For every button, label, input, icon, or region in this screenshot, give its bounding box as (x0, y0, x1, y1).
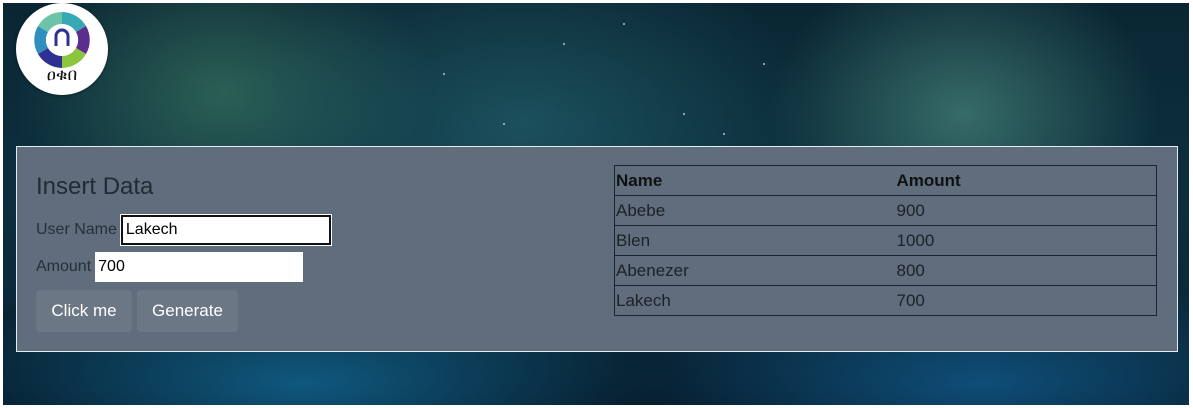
button-row: Click me Generate (36, 290, 238, 332)
table-row: Abebe 900 (614, 195, 1157, 226)
form-title: Insert Data (36, 173, 154, 200)
amount-input[interactable] (95, 252, 304, 282)
amount-row: Amount (36, 252, 304, 282)
logo-icon (34, 12, 90, 68)
amount-label: Amount (36, 258, 92, 275)
cell-name: Abebe (614, 195, 896, 226)
header-amount: Amount (895, 165, 1157, 196)
click-me-button[interactable]: Click me (36, 290, 132, 332)
data-panel: Insert Data User Name Amount Click me Ge… (16, 146, 1178, 352)
table-row: Abenezer 800 (614, 255, 1157, 286)
generate-button[interactable]: Generate (137, 290, 238, 332)
username-input[interactable] (120, 215, 331, 245)
header-name: Name (614, 165, 896, 196)
cell-amount: 700 (895, 285, 1157, 316)
username-row: User Name (36, 215, 331, 245)
username-label: User Name (36, 221, 117, 238)
logo-text: ዐቁበ (46, 65, 78, 85)
logo[interactable]: ዐቁበ (16, 3, 108, 95)
cell-amount: 1000 (895, 225, 1157, 256)
table-header-row: Name Amount (614, 165, 1157, 196)
table-row: Blen 1000 (614, 225, 1157, 256)
cell-amount: 900 (895, 195, 1157, 226)
cell-amount: 800 (895, 255, 1157, 286)
data-table: Name Amount Abebe 900 Blen 1000 Abenezer… (614, 165, 1157, 316)
background-canvas: ዐቁበ Insert Data User Name Amount Click m… (3, 3, 1189, 405)
table-row: Lakech 700 (614, 285, 1157, 316)
cell-name: Abenezer (614, 255, 896, 286)
cell-name: Blen (614, 225, 896, 256)
cell-name: Lakech (614, 285, 896, 316)
